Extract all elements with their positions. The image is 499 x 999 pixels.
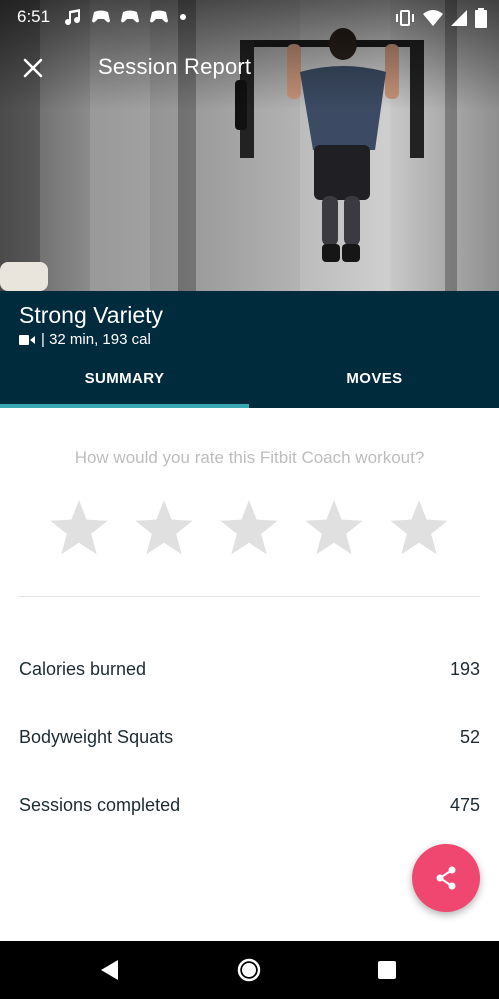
- star-rating: [0, 498, 499, 558]
- divider: [19, 596, 480, 597]
- stat-label: Calories burned: [19, 659, 147, 679]
- share-button[interactable]: [412, 844, 480, 912]
- music-note-icon: [65, 9, 81, 26]
- dot-icon: [180, 14, 187, 20]
- vibrate-icon: [396, 10, 414, 26]
- workout-meta: | 32 min, 193 cal: [19, 331, 151, 348]
- star-1-icon[interactable]: [48, 498, 110, 558]
- tab-moves[interactable]: MOVES: [250, 361, 499, 408]
- video-camera-icon: [19, 334, 35, 345]
- app-toolbar: Session Report: [0, 40, 499, 96]
- stat-row: Sessions completed 475: [19, 795, 480, 825]
- back-icon[interactable]: [96, 955, 126, 985]
- star-5-icon[interactable]: [388, 498, 450, 558]
- status-time: 6:51: [17, 7, 51, 26]
- star-3-icon[interactable]: [218, 498, 280, 558]
- game-controller-icon: [150, 10, 169, 23]
- stat-row: Bodyweight Squats 52: [19, 727, 480, 757]
- close-icon: [23, 58, 43, 78]
- stat-row: Calories burned 193: [19, 659, 480, 689]
- recents-icon[interactable]: [372, 955, 402, 985]
- stat-label: Bodyweight Squats: [19, 727, 174, 747]
- tab-summary[interactable]: SUMMARY: [0, 361, 249, 408]
- system-nav-bar: [0, 941, 499, 999]
- stat-value: 52: [459, 727, 480, 747]
- battery-icon: [475, 8, 487, 28]
- close-button[interactable]: [18, 53, 48, 83]
- page-title: Session Report: [98, 54, 252, 79]
- game-controller-icon: [121, 10, 140, 23]
- star-2-icon[interactable]: [133, 498, 195, 558]
- stat-label: Sessions completed: [19, 795, 181, 815]
- rating-question: How would you rate this Fitbit Coach wor…: [74, 448, 425, 467]
- share-icon: [436, 866, 456, 890]
- workout-header: Strong Variety | 32 min, 193 cal SUMMARY…: [0, 291, 499, 408]
- stat-value: 475: [449, 795, 480, 815]
- signal-icon: [451, 10, 467, 26]
- star-4-icon[interactable]: [303, 498, 365, 558]
- game-controller-icon: [92, 10, 111, 23]
- stat-value: 193: [449, 659, 480, 679]
- status-bar: 6:51: [0, 0, 499, 34]
- home-icon[interactable]: [234, 955, 264, 985]
- wifi-icon: [423, 10, 443, 26]
- workout-meta-text: | 32 min, 193 cal: [41, 331, 151, 348]
- workout-name: Strong Variety: [19, 302, 164, 328]
- tab-indicator: [0, 404, 249, 408]
